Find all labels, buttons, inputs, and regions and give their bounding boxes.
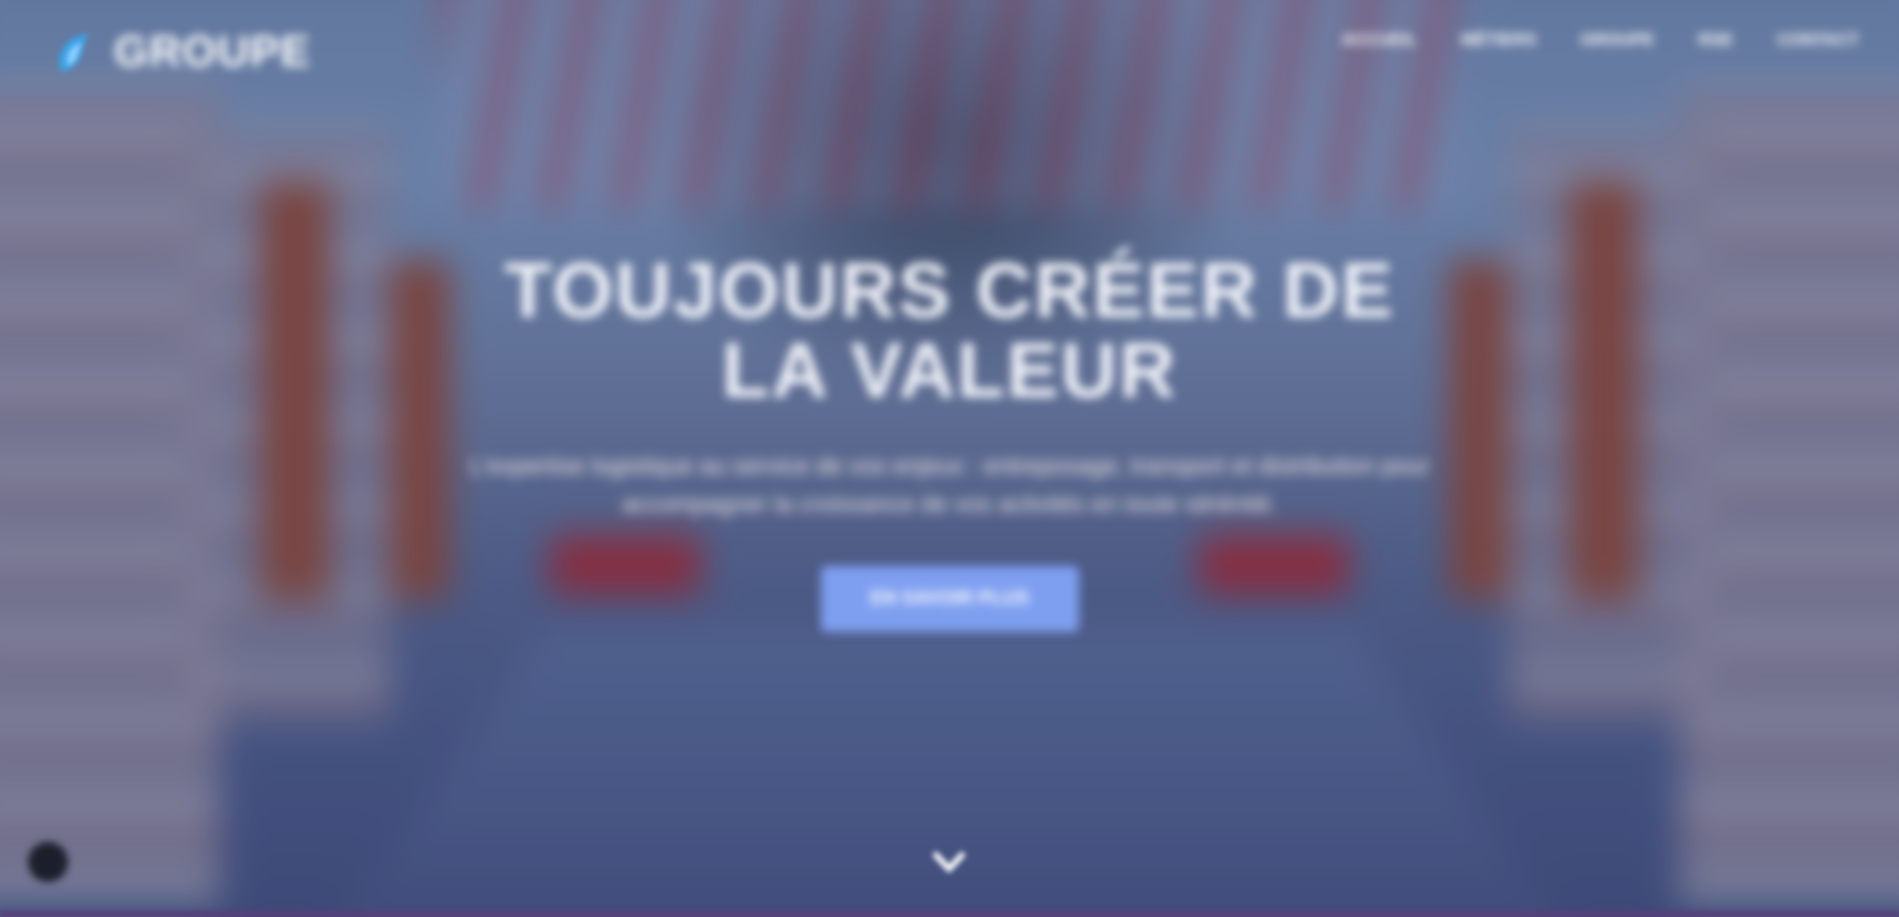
logo-wordmark: GROUPE	[114, 27, 311, 76]
hero-section: TOUJOURS CRÉER DE LA VALEUR L'expertise …	[0, 250, 1899, 632]
chevron-down-icon[interactable]	[930, 845, 968, 879]
bottom-accent-bar	[0, 911, 1899, 917]
nav-item-contact[interactable]: CONTACT	[1777, 30, 1859, 50]
main-nav: ACCUEIL MÉTIERS GROUPE RSE CONTACT	[1341, 30, 1859, 50]
chat-bubble-icon[interactable]	[28, 842, 68, 882]
nav-item-groupe[interactable]: GROUPE	[1581, 30, 1655, 50]
nav-item-accueil[interactable]: ACCUEIL	[1341, 30, 1417, 50]
nav-item-rse[interactable]: RSE	[1698, 30, 1733, 50]
site-header: GROUPE ACCUEIL MÉTIERS GROUPE RSE CONTAC…	[0, 0, 1899, 110]
landing-page: GROUPE ACCUEIL MÉTIERS GROUPE RSE CONTAC…	[0, 0, 1899, 917]
hero-title: TOUJOURS CRÉER DE LA VALEUR	[504, 246, 1395, 414]
hero-cta-button[interactable]: EN SAVOIR PLUS	[820, 566, 1079, 632]
site-logo[interactable]: GROUPE	[48, 26, 311, 78]
logo-drop-icon	[59, 32, 88, 72]
nav-item-metiers[interactable]: MÉTIERS	[1461, 30, 1537, 50]
hero-description: L'expertise logistique au service de vos…	[469, 453, 1430, 518]
